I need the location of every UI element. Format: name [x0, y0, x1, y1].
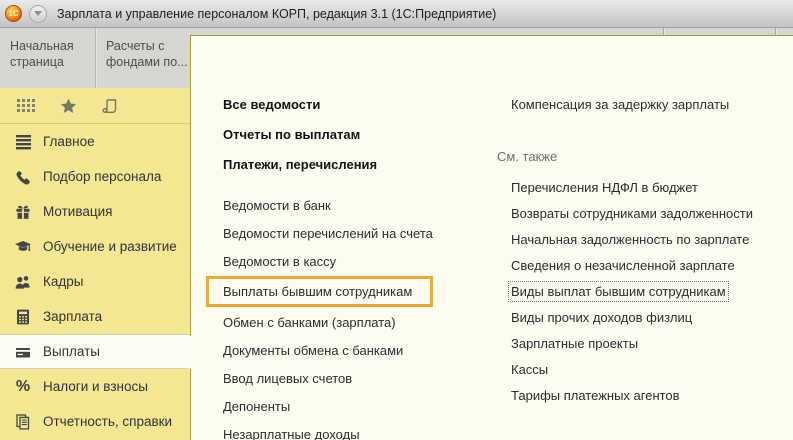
history-scroll-icon [100, 97, 120, 115]
sidebar-item-payments[interactable]: Выплаты [0, 334, 190, 369]
title-bar: 1С Зарплата и управление персоналом КОРП… [0, 0, 793, 28]
main-menu-button[interactable] [29, 5, 47, 23]
menu-link[interactable]: Ввод лицевых счетов [223, 364, 433, 392]
menu-link[interactable]: Обмен с банками (зарплата) [223, 308, 433, 336]
tab-funds-settlements[interactable]: Расчеты с фондами по... [96, 28, 189, 88]
see-also-label: См. также [497, 143, 787, 169]
sidebar-item-label: Подбор персонала [43, 169, 161, 184]
sidebar-item-label: Отчетность, справки [43, 414, 172, 429]
sidebar-toolbar [0, 88, 190, 124]
sidebar-item-main[interactable]: Главное [0, 124, 190, 159]
sidebar-item-training[interactable]: Обучение и развитие [0, 229, 190, 264]
menu-link[interactable]: Документы обмена с банками [223, 336, 433, 364]
sidebar-item-label: Кадры [43, 274, 83, 289]
menu-link[interactable]: Ведомости в кассу [223, 247, 433, 275]
menu-link-payment-types-former-employees-focused[interactable]: Виды выплат бывшим сотрудникам [497, 278, 787, 304]
menu-column-1: Все ведомости Отчеты по выплатам Платежи… [223, 89, 433, 440]
sidebar-item-label: Налоги и взносы [43, 379, 148, 394]
people-icon [13, 273, 33, 291]
sections-sidebar: Главное Подбор персонала Мотивация Обуче… [0, 88, 190, 440]
menu-link[interactable]: Компенсация за задержку зарплаты [497, 89, 787, 119]
menu-header-link[interactable]: Отчеты по выплатам [223, 119, 433, 149]
menu-column-2: Компенсация за задержку зарплаты См. так… [497, 89, 787, 408]
menu-link-payments-to-former-employees-highlighted[interactable]: Выплаты бывшим сотрудникам [206, 276, 433, 307]
menu-lines-icon [13, 133, 33, 151]
menu-link[interactable]: Кассы [497, 356, 787, 382]
1c-logo-icon: 1С [5, 5, 22, 22]
sidebar-item-hr[interactable]: Кадры [0, 264, 190, 299]
menu-links-group: Ведомости в банк Ведомости перечислений … [223, 191, 433, 440]
menu-link[interactable]: Ведомости перечислений на счета [223, 219, 433, 247]
menu-link[interactable]: Незарплатные доходы [223, 420, 433, 440]
tab-label: Расчеты с фондами по... [106, 39, 188, 69]
menu-links-group: Компенсация за задержку зарплаты [497, 89, 787, 119]
calculator-icon [13, 308, 33, 326]
all-sections-button[interactable] [14, 95, 38, 117]
gift-icon [13, 203, 33, 221]
sidebar-item-motivation[interactable]: Мотивация [0, 194, 190, 229]
phone-icon [13, 168, 33, 186]
menu-link[interactable]: Зарплатные проекты [497, 330, 787, 356]
menu-header-link[interactable]: Платежи, перечисления [223, 149, 433, 179]
menu-link[interactable]: Начальная задолженность по зарплате [497, 226, 787, 252]
sections-nav: Главное Подбор персонала Мотивация Обуче… [0, 124, 190, 439]
sidebar-item-label: Выплаты [43, 344, 100, 359]
payments-section-menu-panel: Все ведомости Отчеты по выплатам Платежи… [190, 35, 793, 440]
sidebar-item-label: Обучение и развитие [43, 239, 177, 254]
sidebar-item-salary[interactable]: Зарплата [0, 299, 190, 334]
tab-label: Начальная страница [10, 39, 74, 69]
tab-home-page[interactable]: Начальная страница [0, 28, 94, 88]
graduation-cap-icon [13, 238, 33, 256]
menu-link[interactable]: Перечисления НДФЛ в бюджет [497, 174, 787, 200]
menu-link[interactable]: Ведомости в банк [223, 191, 433, 219]
menu-link[interactable]: Виды прочих доходов физлиц [497, 304, 787, 330]
menu-link[interactable]: Депоненты [223, 392, 433, 420]
sidebar-item-recruiting[interactable]: Подбор персонала [0, 159, 190, 194]
history-button[interactable] [98, 95, 122, 117]
sidebar-item-label: Мотивация [43, 204, 112, 219]
active-item-panel-bridge [190, 336, 191, 369]
documents-icon [13, 413, 33, 431]
sidebar-item-label: Зарплата [43, 309, 102, 324]
menu-link[interactable]: Тарифы платежных агентов [497, 382, 787, 408]
chevron-down-icon [34, 11, 42, 16]
sidebar-item-reports[interactable]: Отчетность, справки [0, 404, 190, 439]
bank-card-icon [13, 343, 33, 361]
favorites-star-icon [59, 97, 78, 115]
sidebar-item-label: Главное [43, 134, 95, 149]
sidebar-item-taxes[interactable]: % Налоги и взносы [0, 369, 190, 404]
percent-icon: % [13, 378, 33, 396]
menu-header-link[interactable]: Все ведомости [223, 89, 433, 119]
window-title: Зарплата и управление персоналом КОРП, р… [57, 7, 496, 21]
logo-text: 1С [8, 9, 18, 18]
menu-link[interactable]: Возвраты сотрудниками задолженности [497, 200, 787, 226]
favorites-button[interactable] [56, 95, 80, 117]
menu-link[interactable]: Сведения о незачисленной зарплате [497, 252, 787, 278]
sections-grid-icon [15, 98, 37, 114]
